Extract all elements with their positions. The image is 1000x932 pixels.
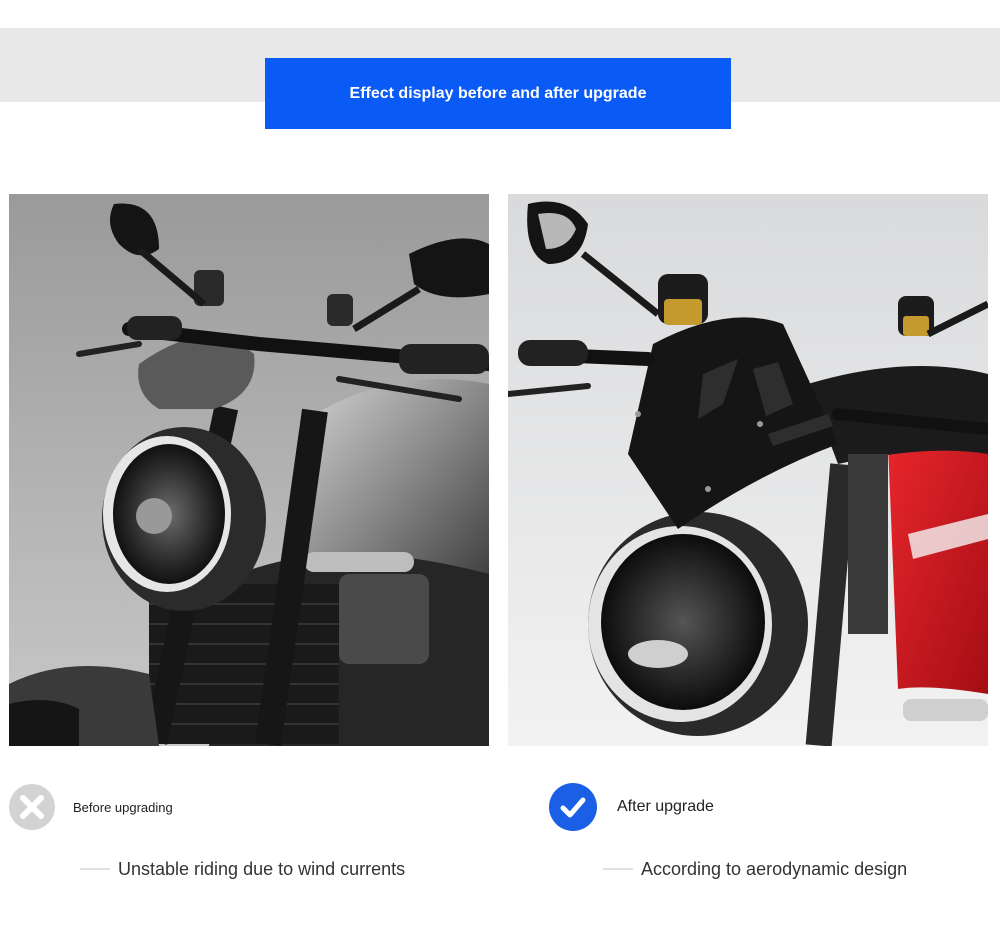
- before-label: Before upgrading: [73, 799, 173, 815]
- after-status: After upgrade: [549, 783, 714, 831]
- after-description: According to aerodynamic design: [603, 856, 907, 882]
- check-icon: [549, 783, 597, 831]
- x-icon: [9, 784, 55, 830]
- before-status: Before upgrading: [9, 783, 173, 831]
- after-label: After upgrade: [617, 798, 714, 815]
- before-photo: [9, 194, 489, 746]
- after-description-text: According to aerodynamic design: [641, 858, 908, 879]
- before-description: Unstable riding due to wind currents: [80, 856, 405, 882]
- dash-divider: [80, 868, 110, 870]
- before-description-text: Unstable riding due to wind currents: [118, 858, 406, 879]
- banner-title: Effect display before and after upgrade: [265, 58, 731, 129]
- dash-divider: [603, 868, 633, 870]
- after-photo: [508, 194, 988, 746]
